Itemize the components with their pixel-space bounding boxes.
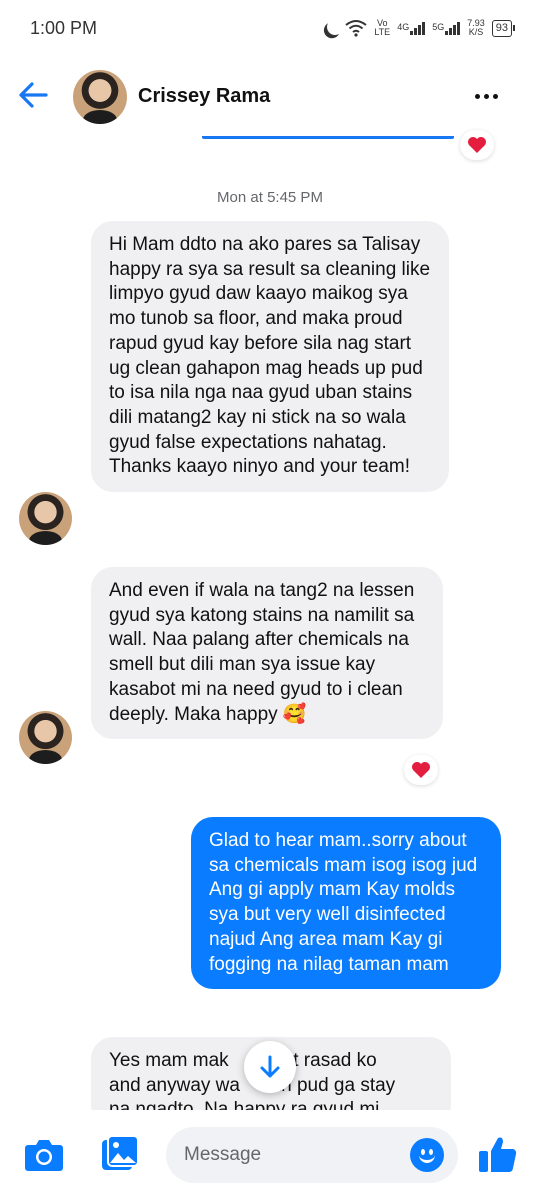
heart-reaction[interactable] xyxy=(404,755,438,785)
network-speed: 7.93 K/S xyxy=(467,19,485,37)
sender-avatar[interactable] xyxy=(19,492,72,545)
arrow-down-icon xyxy=(260,1055,280,1078)
thumbs-up-icon xyxy=(479,1137,517,1172)
heart-icon xyxy=(412,762,430,778)
heart-reaction[interactable] xyxy=(460,130,494,160)
signal-sim2: 5G xyxy=(432,21,461,35)
contact-name[interactable]: Crissey Rama xyxy=(138,85,270,108)
wifi-icon xyxy=(345,20,367,37)
camera-button[interactable] xyxy=(24,1134,64,1174)
status-bar: 1:00 PM Vo LTE 4G 5G 7.93 K/S 93 xyxy=(0,0,540,56)
incoming-message[interactable]: And even if wala na tang2 na lessen gyud… xyxy=(91,567,443,740)
gallery-button[interactable] xyxy=(100,1134,140,1174)
outgoing-message[interactable]: Glad to hear mam..sorry about sa chemica… xyxy=(191,817,501,990)
volte-indicator: Vo LTE xyxy=(374,19,390,37)
status-time: 1:00 PM xyxy=(30,17,98,38)
timestamp-divider: Mon at 5:45 PM xyxy=(217,189,323,206)
signal-sim1: 4G xyxy=(397,21,426,35)
signal-bars-icon xyxy=(410,21,426,35)
message-line: na ngadto. Na happy ra gyud mi xyxy=(109,1099,380,1110)
message-composer xyxy=(0,1110,540,1200)
status-icons: Vo LTE 4G 5G 7.93 K/S 93 xyxy=(322,17,516,38)
scroll-to-bottom-button[interactable] xyxy=(244,1041,296,1093)
contact-avatar[interactable] xyxy=(73,70,127,124)
message-thread[interactable]: Mon at 5:45 PM Hi Mam ddto na ako pares … xyxy=(0,128,540,1110)
message-input-container[interactable] xyxy=(166,1127,458,1183)
network-type-1: 4G xyxy=(397,21,410,32)
network-type-2: 5G xyxy=(432,21,445,32)
volte-bottom-label: LTE xyxy=(374,27,391,37)
more-dots-icon[interactable] xyxy=(475,94,498,99)
incoming-message[interactable]: Hi Mam ddto na ako pares sa Talisay happ… xyxy=(91,221,449,493)
messenger-screen: 1:00 PM Vo LTE 4G 5G 7.93 K/S 93 Crissey… xyxy=(0,0,540,1200)
message-input[interactable] xyxy=(184,1127,404,1183)
heart-icon xyxy=(468,137,486,153)
arrow-left-icon[interactable] xyxy=(16,78,50,112)
previous-message-edge xyxy=(202,136,454,139)
like-button[interactable] xyxy=(478,1134,518,1174)
signal-bars-icon xyxy=(445,21,461,35)
battery-icon: 93 xyxy=(491,19,516,37)
camera-icon xyxy=(25,1140,63,1171)
sender-avatar[interactable] xyxy=(19,711,72,764)
image-gallery-icon xyxy=(102,1135,139,1170)
do-not-disturb-icon xyxy=(325,17,346,38)
speed-unit: K/S xyxy=(468,27,484,37)
emoji-icon[interactable] xyxy=(410,1138,444,1172)
